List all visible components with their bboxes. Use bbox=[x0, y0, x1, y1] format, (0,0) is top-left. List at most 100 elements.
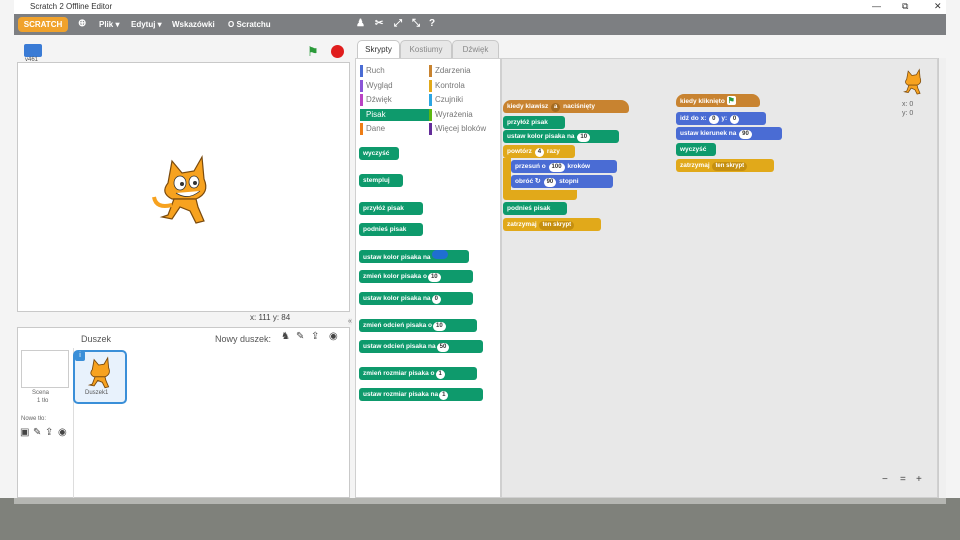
backdrop-paint-icon[interactable]: ✎ bbox=[33, 427, 41, 438]
category-wygląd[interactable]: Wygląd bbox=[360, 79, 430, 92]
pen-down-block[interactable]: przyłóż pisak bbox=[503, 116, 565, 129]
paint-icon[interactable]: ✎ bbox=[296, 331, 304, 342]
move-steps-block[interactable]: przesuń o 100 kroków bbox=[511, 160, 617, 173]
stop-dropdown[interactable]: ten skrypt bbox=[539, 221, 575, 230]
category-zdarzenia[interactable]: Zdarzenia bbox=[429, 65, 499, 77]
sprite-tile[interactable]: i Duszek1 bbox=[73, 350, 127, 404]
palette-block[interactable]: wyczyść bbox=[359, 147, 399, 160]
close-button[interactable]: ✕ bbox=[934, 1, 942, 12]
category-wyrażenia[interactable]: Wyrażenia bbox=[429, 108, 499, 121]
category-czujniki[interactable]: Czujniki bbox=[429, 94, 499, 106]
key-dropdown[interactable]: a bbox=[551, 103, 561, 112]
stage-column: Scena 1 tło Nowe tło: ▣ ✎ ⇪ ◉ bbox=[18, 348, 74, 498]
stage-thumbnail[interactable] bbox=[21, 350, 69, 388]
when-key-pressed-block[interactable]: kiedy klawisz a naciśnięty bbox=[503, 100, 629, 113]
repeat-value[interactable]: 4 bbox=[534, 148, 545, 157]
move-value[interactable]: 100 bbox=[548, 163, 565, 172]
zoom-in-icon[interactable]: + bbox=[916, 474, 922, 485]
stop-script-block-2[interactable]: zatrzymaj ten skrypt bbox=[676, 159, 774, 172]
stop-dropdown-2[interactable]: ten skrypt bbox=[712, 162, 748, 171]
palette-block[interactable]: ustaw kolor pisaka na bbox=[359, 250, 469, 263]
cat-sprite[interactable] bbox=[150, 153, 220, 228]
when-flag-clicked-block[interactable]: kiedy kliknięto ⚑ bbox=[676, 94, 760, 107]
category-pisak[interactable]: Pisak bbox=[360, 108, 430, 121]
globe-icon[interactable]: ⊕ bbox=[78, 18, 86, 29]
stop-script-block[interactable]: zatrzymaj ten skrypt bbox=[503, 218, 601, 231]
palette-block[interactable]: zmień rozmiar pisaka o1 bbox=[359, 367, 477, 380]
palette-block-value[interactable]: 10 bbox=[427, 273, 441, 282]
repeat-block[interactable]: powtórz 4 razy bbox=[503, 145, 575, 158]
green-flag-icon[interactable]: ⚑ bbox=[307, 44, 319, 60]
menu-about[interactable]: O Scratchu bbox=[228, 20, 271, 29]
palette-block-label: podnieś pisak bbox=[363, 226, 407, 233]
shrink-icon[interactable]: ⤡ bbox=[412, 18, 420, 29]
category-dźwięk[interactable]: Dźwięk bbox=[360, 94, 430, 106]
palette-block-value[interactable]: 1 bbox=[435, 370, 445, 379]
category-dane[interactable]: Dane bbox=[360, 123, 430, 135]
go-x-value[interactable]: 0 bbox=[709, 115, 719, 124]
palette-block-label: przyłóż pisak bbox=[363, 205, 404, 212]
stop-button[interactable] bbox=[331, 45, 344, 58]
grow-icon[interactable]: ⤢ bbox=[394, 18, 402, 29]
category-więcej-bloków[interactable]: Więcej bloków bbox=[429, 123, 499, 135]
collapse-arrow-icon[interactable]: « bbox=[348, 318, 352, 325]
scripts-scrollbar[interactable] bbox=[938, 58, 946, 498]
palette-block-value[interactable]: 0 bbox=[431, 295, 441, 304]
green-flag-icon: ⚑ bbox=[726, 96, 736, 105]
menu-tips[interactable]: Wskazówki bbox=[172, 20, 215, 29]
palette-block-value[interactable]: 10 bbox=[433, 322, 446, 331]
zoom-reset-icon[interactable]: = bbox=[900, 474, 906, 485]
duplicate-icon[interactable]: ♟ bbox=[356, 18, 365, 29]
set-pen-color-value[interactable]: 10 bbox=[577, 133, 591, 142]
palette-block-label: zmień rozmiar pisaka o bbox=[363, 370, 435, 377]
tab-sounds[interactable]: Dźwięk bbox=[452, 40, 499, 59]
turn-value[interactable]: 90 bbox=[543, 178, 557, 187]
palette-block[interactable]: stempluj bbox=[359, 174, 403, 187]
backdrop-camera-icon[interactable]: ◉ bbox=[58, 427, 67, 438]
minimize-button[interactable]: — bbox=[872, 1, 881, 11]
category-ruch[interactable]: Ruch bbox=[360, 65, 430, 77]
upload-icon[interactable]: ⇪ bbox=[311, 331, 319, 342]
palette-block-label: stempluj bbox=[363, 177, 390, 184]
turn-block[interactable]: obróć ↻ 90 stopni bbox=[511, 175, 613, 188]
palette-block[interactable]: podnieś pisak bbox=[359, 223, 423, 236]
palette-block[interactable]: zmień odcień pisaka o 10 bbox=[359, 319, 477, 332]
palette-block[interactable]: ustaw odcień pisaka na 50 bbox=[359, 340, 483, 353]
camera-icon[interactable]: ◉ bbox=[329, 331, 338, 342]
palette-block-value[interactable]: 1 bbox=[439, 391, 449, 400]
bottom-band bbox=[0, 498, 960, 540]
window-title: Scratch 2 Offline Editor bbox=[30, 2, 113, 11]
category-kontrola[interactable]: Kontrola bbox=[429, 79, 499, 92]
scratch-logo[interactable]: SCRATCH bbox=[18, 17, 68, 32]
menu-edit[interactable]: Edytuj ▾ bbox=[131, 20, 162, 29]
pen-up-block[interactable]: podnieś pisak bbox=[503, 202, 567, 215]
go-y-value[interactable]: 0 bbox=[729, 115, 740, 124]
help-icon[interactable]: ? bbox=[429, 18, 435, 29]
backdrop-library-icon[interactable]: ▣ bbox=[20, 427, 29, 438]
palette-block-value[interactable]: 50 bbox=[436, 343, 450, 352]
sprite-y: y: 0 bbox=[902, 110, 914, 117]
cut-icon[interactable]: ✂ bbox=[375, 18, 383, 29]
maximize-button[interactable]: ⧉ bbox=[902, 1, 908, 12]
backdrop-upload-icon[interactable]: ⇪ bbox=[45, 427, 53, 438]
stage[interactable] bbox=[17, 62, 350, 312]
tab-scripts[interactable]: Skrypty bbox=[357, 40, 400, 59]
zoom-out-icon[interactable]: − bbox=[882, 474, 888, 485]
presentation-mode-icon[interactable] bbox=[24, 44, 42, 57]
palette-block[interactable]: ustaw rozmiar pisaka na 1 bbox=[359, 388, 483, 401]
dir-value[interactable]: 90 bbox=[739, 130, 752, 139]
palette-block[interactable]: przyłóż pisak bbox=[359, 202, 423, 215]
stop-label: zatrzymaj bbox=[507, 221, 537, 228]
palette-block-label: ustaw odcień pisaka na bbox=[363, 343, 436, 350]
clear-block[interactable]: wyczyść bbox=[676, 143, 716, 156]
go-to-xy-block[interactable]: idź do x: 0 y: 0 bbox=[676, 112, 766, 125]
mouse-coords: x: 111 y: 84 bbox=[250, 313, 291, 322]
palette-block[interactable]: ustaw kolor pisaka na 0 bbox=[359, 292, 473, 305]
palette-block[interactable]: zmień kolor pisaka o 10 bbox=[359, 270, 473, 283]
palette-block-value[interactable] bbox=[431, 250, 448, 259]
sprite-library-icon[interactable]: ♞ bbox=[281, 331, 290, 342]
point-direction-block[interactable]: ustaw kierunek na 90 bbox=[676, 127, 782, 140]
menu-file[interactable]: Plik ▾ bbox=[99, 20, 119, 29]
set-pen-color-block[interactable]: ustaw kolor pisaka na 10 bbox=[503, 130, 619, 143]
tab-costumes[interactable]: Kostiumy bbox=[400, 40, 452, 59]
